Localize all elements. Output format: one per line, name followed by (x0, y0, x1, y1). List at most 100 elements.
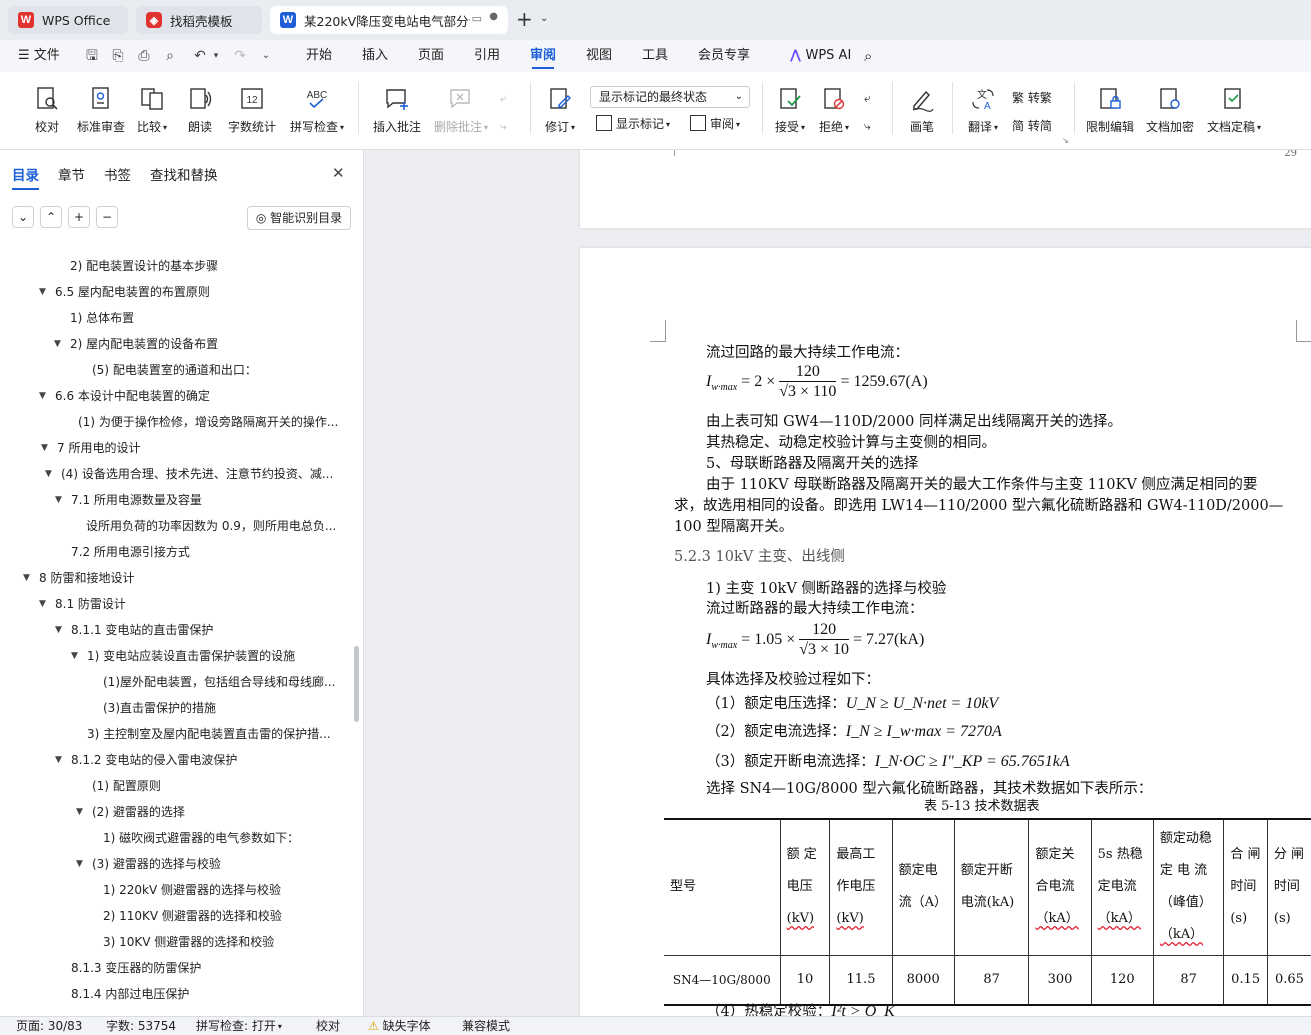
to-simplified-button[interactable]: 简 转简 (1012, 116, 1052, 136)
table-caption[interactable]: 表 5-13 技术数据表 (924, 797, 1039, 817)
to-traditional-button[interactable]: 繁 转繁 (1012, 88, 1052, 108)
export-icon[interactable]: ⎘ (110, 48, 126, 64)
check-breaking-current[interactable]: （3）额定开断电流选择：I_N·OC ≥ I"_KP = 65.7651kA (706, 752, 1070, 772)
doc-paragraph[interactable]: 流过回路的最大持续工作电流： (706, 343, 909, 363)
toc-item[interactable]: (1)屋外配电装置，包括组合导线和母线廊... (103, 669, 345, 695)
tab-find-replace[interactable]: 查找和替换 (150, 164, 218, 184)
pen-button[interactable]: 画笔 (904, 82, 940, 144)
expand-arrow-icon[interactable]: ▼ (76, 799, 83, 825)
toc-item[interactable]: 6.5 屋内配电装置的布置原则 (55, 279, 345, 305)
toc-item[interactable]: 3) 主控制室及屋内配电装置直击雷的保护措... (87, 721, 345, 747)
expand-arrow-icon[interactable]: ▼ (71, 643, 78, 669)
toc-item[interactable]: 2) 配电装置设计的基本步骤 (70, 253, 345, 279)
tab-document[interactable]: W 某220kV降压变电站电气部分设计 ▭ ● (270, 6, 508, 34)
toc-item[interactable]: (1) 配置原则 (92, 773, 345, 799)
toc-item[interactable]: 2) 屋内配电装置的设备布置 (70, 331, 345, 357)
tab-wps-office[interactable]: W WPS Office (8, 6, 128, 34)
close-icon[interactable]: ✕ (332, 164, 345, 182)
expand-arrow-icon[interactable]: ▼ (39, 591, 46, 617)
expand-arrow-icon[interactable]: ▼ (39, 279, 46, 305)
expand-arrow-icon[interactable]: ▼ (55, 617, 62, 643)
toc-item[interactable]: 6.6 本设计中配电装置的确定 (55, 383, 345, 409)
menu-review[interactable]: 审阅 (530, 40, 556, 72)
reject-button[interactable]: 拒绝 ▾ (816, 82, 852, 144)
toc-item[interactable]: (3) 避雷器的选择与校验 (92, 851, 345, 877)
expand-arrow-icon[interactable]: ▼ (55, 747, 62, 773)
doc-paragraph[interactable]: 流过断路器的最大持续工作电流： (706, 599, 924, 619)
menu-view[interactable]: 视图 (586, 40, 612, 72)
next-change-icon[interactable]: ⤷ (864, 116, 871, 136)
formula-current-110kv[interactable]: Iw·max = 2 × 120 √3 × 110 = 1259.67(A) (706, 362, 928, 408)
page-indicator[interactable]: 页面: 30/83 (16, 1017, 82, 1035)
tab-toc[interactable]: 目录 (12, 164, 39, 190)
toc-item[interactable]: (5) 配电装置室的通道和出口： (92, 357, 345, 383)
toc-item[interactable]: (3)直击雷保护的措施 (103, 695, 345, 721)
collapse-down-icon[interactable]: ⌄ (12, 206, 34, 228)
new-tab-icon[interactable]: + (516, 9, 533, 29)
toc-item[interactable]: 8.1.1 变电站的直击雷保护 (71, 617, 345, 643)
proof-button[interactable]: 校对 (28, 82, 66, 144)
add-heading-icon[interactable]: + (68, 206, 90, 228)
toc-item[interactable]: (2) 避雷器的选择 (92, 799, 345, 825)
expand-arrow-icon[interactable]: ▼ (55, 487, 62, 513)
translate-button[interactable]: 文A 翻译 ▾ (962, 82, 1004, 144)
undo-dropdown-icon[interactable]: ▾ (208, 48, 224, 64)
expand-arrow-icon[interactable]: ▼ (39, 383, 46, 409)
print-preview-icon[interactable]: ⌕ (162, 48, 178, 64)
search-icon[interactable]: ⌕ (864, 40, 872, 72)
tab-template[interactable]: ◈ 找稻壳模板 (136, 6, 262, 34)
screen-icon[interactable]: ▭ (472, 12, 482, 25)
toc-item[interactable]: 8.1.4 内部过电压保护 (71, 981, 345, 1007)
tab-bookmark[interactable]: 书签 (104, 164, 131, 184)
menu-tools[interactable]: 工具 (642, 40, 668, 72)
accept-button[interactable]: 接受 ▾ (772, 82, 808, 144)
delete-comment-button[interactable]: 删除批注 ▾ (430, 82, 492, 144)
expand-arrow-icon[interactable]: ▼ (45, 461, 52, 487)
compat-mode-indicator[interactable]: 兼容模式 (462, 1017, 510, 1035)
menu-reference[interactable]: 引用 (474, 40, 500, 72)
wps-ai-button[interactable]: ⋀ WPS AI (790, 40, 851, 72)
doc-paragraph[interactable]: 求，故选用相同的设备。即选用 LW14—110/2000 型六氟化硫断路器和 G… (674, 496, 1283, 516)
redo-icon[interactable]: ↷ (232, 48, 248, 64)
markup-state-select[interactable]: 显示标记的最终状态 ⌄ (590, 86, 750, 108)
restrict-edit-button[interactable]: 限制编辑 (1084, 82, 1136, 144)
doc-paragraph[interactable]: 5、母联断路器及隔离开关的选择 (706, 454, 918, 474)
undo-icon[interactable]: ↶ (192, 48, 208, 64)
spell-check-toggle[interactable]: 拼写检查: 打开 ▾ (196, 1017, 282, 1035)
expand-arrow-icon[interactable]: ▼ (23, 565, 30, 591)
thermal-check[interactable]: （4）热稳定校验：I²t > Q_K (706, 1002, 895, 1016)
unsaved-dot-icon[interactable]: ● (489, 11, 498, 22)
toc-item[interactable]: 1) 变电站应装设直击雷保护装置的设施 (87, 643, 345, 669)
expand-arrow-icon[interactable]: ▼ (41, 435, 48, 461)
expand-arrow-icon[interactable]: ▼ (76, 851, 83, 877)
review-pane-button[interactable]: 审阅 ▾ (690, 114, 740, 134)
toc-item[interactable]: 7.2 所用电源引接方式 (71, 539, 345, 565)
doc-paragraph[interactable]: 具体选择及校验过程如下： (706, 670, 880, 690)
nav-scrollbar[interactable] (354, 646, 359, 722)
tab-list-chevron-icon[interactable]: ⌄ (540, 13, 548, 24)
file-menu[interactable]: ☰ 文件 (18, 40, 60, 72)
toc-item[interactable]: 设所用负荷的功率因数为 0.9，则所用电总负... (86, 513, 345, 539)
check-current[interactable]: （2）额定电流选择：I_N ≥ I_w·max = 7270A (706, 722, 1002, 742)
doc-paragraph[interactable]: 1) 主变 10kV 侧断路器的选择与校验 (706, 579, 946, 599)
doc-paragraph[interactable]: 由上表可知 GW4—110D/2000 同样满足出线隔离开关的选择。 (706, 412, 1122, 432)
doc-paragraph[interactable]: 选择 SN4—10G/8000 型六氟化硫断路器，其技术数据如下表所示： (706, 779, 1152, 799)
toc-item[interactable]: (1) 为便于操作检修，增设旁路隔离开关的操作... (78, 409, 345, 435)
toc-item[interactable]: 1) 220kV 侧避雷器的选择与校验 (103, 877, 345, 903)
toc-item[interactable]: 1) 总体布置 (70, 305, 345, 331)
current-page[interactable]: 流过回路的最大持续工作电流： Iw·max = 2 × 120 √3 × 110 … (580, 248, 1311, 1016)
remove-heading-icon[interactable]: − (96, 206, 118, 228)
heading-5-2-3[interactable]: 5.2.3 10kV 主变、出线侧 (674, 547, 845, 567)
menu-member[interactable]: 会员专享 (698, 40, 750, 72)
previous-change-icon[interactable]: ⤶ (864, 88, 871, 108)
encrypt-button[interactable]: 文档加密 (1144, 82, 1196, 144)
word-count-indicator[interactable]: 字数: 53754 (106, 1017, 176, 1035)
finalize-button[interactable]: 文档定稿 ▾ (1204, 82, 1264, 144)
save-icon[interactable]: 🖫 (84, 48, 100, 64)
expand-up-icon[interactable]: ⌃ (40, 206, 62, 228)
show-markup-button[interactable]: 显示标记 ▾ (596, 114, 670, 134)
menu-page[interactable]: 页面 (418, 40, 444, 72)
standard-review-button[interactable]: 标准审查 (74, 82, 128, 144)
word-count-button[interactable]: 12 字数统计 (226, 82, 278, 144)
more-chevron-icon[interactable]: ⌄ (258, 48, 274, 64)
